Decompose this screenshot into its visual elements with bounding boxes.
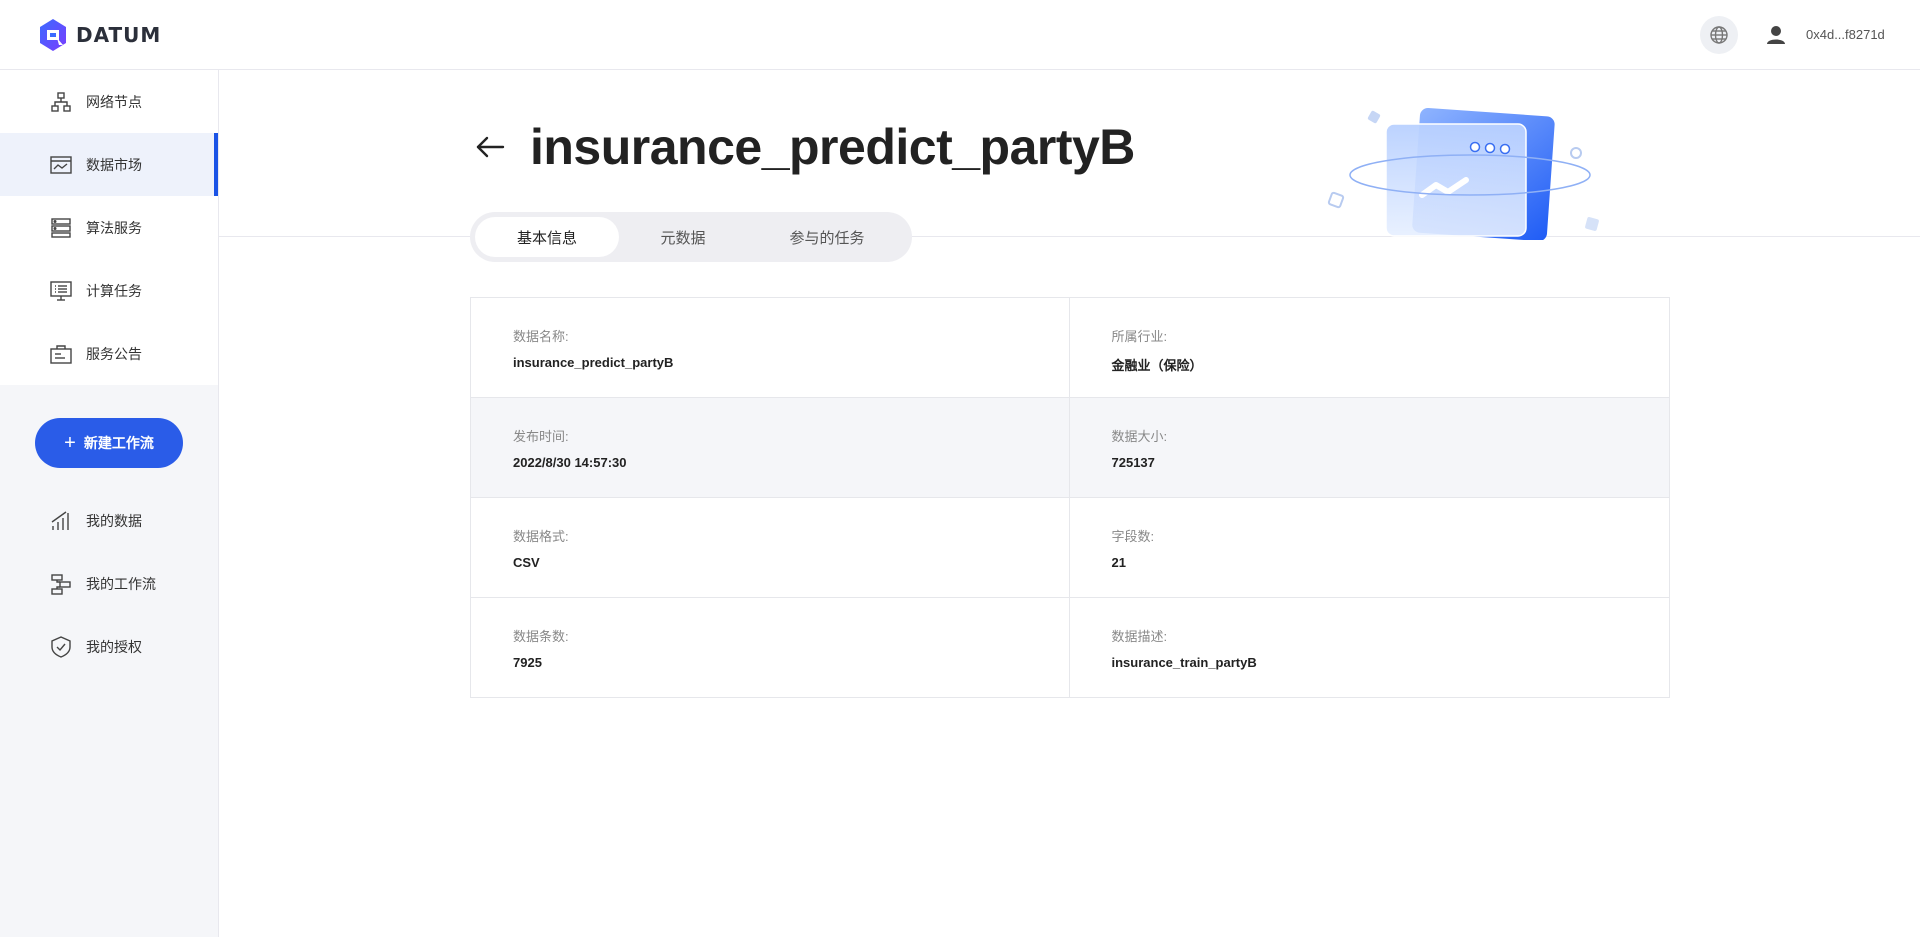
info-row: 数据名称: insurance_predict_partyB 所属行业: 金融业… <box>471 298 1669 398</box>
sidebar-item-my-authorizations[interactable]: 我的授权 <box>0 615 219 678</box>
info-cell-publish-time: 发布时间: 2022/8/30 14:57:30 <box>471 398 1070 497</box>
language-button[interactable] <box>1700 16 1738 54</box>
globe-icon <box>1710 26 1728 44</box>
bar-chart-icon <box>50 510 72 532</box>
info-cell-description: 数据描述: insurance_train_partyB <box>1070 598 1670 698</box>
sidebar-item-label: 服务公告 <box>86 345 142 362</box>
info-row: 数据条数: 7925 数据描述: insurance_train_partyB <box>471 598 1669 698</box>
sidebar-item-my-workflows[interactable]: 我的工作流 <box>0 552 219 615</box>
sidebar-item-label: 网络节点 <box>86 93 142 110</box>
data-window-illustration <box>1327 108 1599 240</box>
info-label: 数据描述: <box>1111 629 1168 644</box>
tab-metadata[interactable]: 元数据 <box>619 217 747 257</box>
sidebar: 网络节点 数据市场 算法服务 计算任务 服务公告 + 新建工作流 我的数据 我的… <box>0 70 219 937</box>
info-label: 数据名称: <box>513 329 569 344</box>
sidebar-item-label: 我的工作流 <box>86 575 156 592</box>
tab-basic-info[interactable]: 基本信息 <box>475 217 619 257</box>
data-market-icon <box>50 154 72 176</box>
back-arrow-icon[interactable] <box>474 131 506 163</box>
tab-participating-tasks[interactable]: 参与的任务 <box>747 217 907 257</box>
info-cell-field-count: 字段数: 21 <box>1070 498 1670 597</box>
sidebar-item-label: 数据市场 <box>86 156 142 173</box>
info-label: 数据格式: <box>513 529 569 544</box>
info-cell-record-count: 数据条数: 7925 <box>471 598 1070 698</box>
info-value: 金融业（保险） <box>1111 358 1203 373</box>
app-header: DATUM 0x4d...f8271d <box>0 0 1920 70</box>
sidebar-item-label: 算法服务 <box>86 219 142 236</box>
info-cell-data-size: 数据大小: 725137 <box>1070 398 1670 497</box>
sidebar-item-label: 计算任务 <box>86 282 142 299</box>
server-icon <box>50 217 72 239</box>
wallet-address[interactable]: 0x4d...f8271d <box>1806 27 1885 42</box>
page-title: insurance_predict_partyB <box>530 119 1135 175</box>
sidebar-item-label: 我的数据 <box>86 512 142 529</box>
sidebar-item-announcements[interactable]: 服务公告 <box>0 322 218 385</box>
task-list-icon <box>50 280 72 302</box>
basic-info-table: 数据名称: insurance_predict_partyB 所属行业: 金融业… <box>470 297 1670 698</box>
logo-text: DATUM <box>76 23 162 47</box>
info-cell-data-format: 数据格式: CSV <box>471 498 1070 597</box>
shield-check-icon <box>50 635 72 658</box>
sidebar-item-label: 我的授权 <box>86 638 142 655</box>
datum-logo-icon <box>40 19 66 51</box>
info-value: insurance_predict_partyB <box>513 355 674 370</box>
info-label: 数据大小: <box>1111 429 1168 444</box>
sidebar-item-algorithm-service[interactable]: 算法服务 <box>0 196 218 259</box>
info-cell-industry: 所属行业: 金融业（保险） <box>1070 298 1670 397</box>
network-nodes-icon <box>50 91 72 113</box>
info-value: 725137 <box>1111 455 1155 470</box>
sidebar-main-nav: 网络节点 数据市场 算法服务 计算任务 服务公告 <box>0 70 218 385</box>
info-label: 发布时间: <box>513 429 569 444</box>
info-value: 2022/8/30 14:57:30 <box>513 455 627 470</box>
detail-tabs: 基本信息 元数据 参与的任务 <box>470 212 912 262</box>
info-value: 21 <box>1111 555 1126 570</box>
user-icon[interactable] <box>1765 24 1787 46</box>
info-value: 7925 <box>513 655 542 670</box>
info-cell-data-name: 数据名称: insurance_predict_partyB <box>471 298 1070 397</box>
info-label: 所属行业: <box>1111 329 1168 344</box>
info-label: 数据条数: <box>513 629 569 644</box>
new-workflow-label: 新建工作流 <box>83 435 154 451</box>
announcement-icon <box>50 343 72 365</box>
logo[interactable]: DATUM <box>38 17 161 53</box>
info-value: insurance_train_partyB <box>1111 655 1257 670</box>
info-value: CSV <box>513 555 540 570</box>
new-workflow-button[interactable]: + 新建工作流 <box>35 418 183 468</box>
info-row: 数据格式: CSV 字段数: 21 <box>471 498 1669 598</box>
sidebar-item-data-market[interactable]: 数据市场 <box>0 133 218 196</box>
workflow-icon <box>50 573 72 595</box>
sidebar-item-compute-tasks[interactable]: 计算任务 <box>0 259 218 322</box>
sidebar-item-network-nodes[interactable]: 网络节点 <box>0 70 218 133</box>
info-row: 发布时间: 2022/8/30 14:57:30 数据大小: 725137 <box>471 398 1669 498</box>
plus-icon: + <box>64 432 76 454</box>
sidebar-item-my-data[interactable]: 我的数据 <box>0 489 219 552</box>
sidebar-personal-nav: 我的数据 我的工作流 我的授权 <box>0 489 219 678</box>
info-label: 字段数: <box>1111 529 1155 544</box>
